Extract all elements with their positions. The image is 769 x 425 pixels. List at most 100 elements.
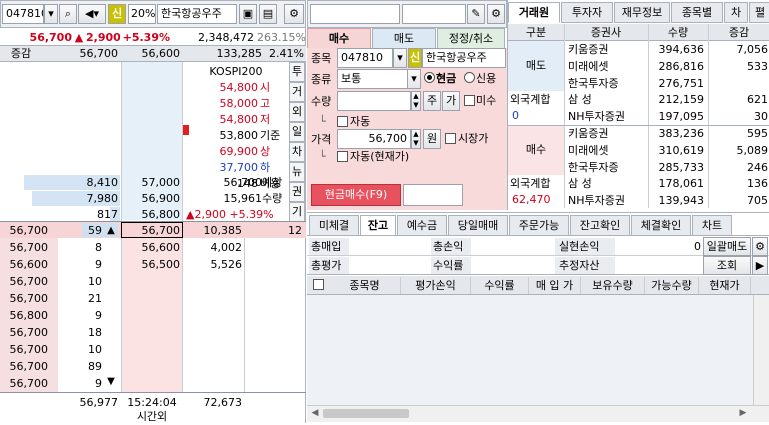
- sound-button[interactable]: ◀▾: [78, 4, 106, 24]
- broker-change: 533: [747, 59, 768, 73]
- tab-broker[interactable]: 차: [724, 2, 748, 23]
- qty-label: 수량: [311, 95, 332, 108]
- select-all-checkbox[interactable]: [313, 279, 324, 290]
- broker-firm: 키움증권: [568, 43, 609, 56]
- tab-balance[interactable]: 예수금: [397, 215, 447, 236]
- auto-label: 자동: [350, 115, 371, 128]
- clear-button[interactable]: ✎: [467, 4, 485, 24]
- settings-button[interactable]: ⚙: [284, 4, 304, 24]
- layout-button[interactable]: ▤: [259, 4, 277, 24]
- order-code-dropdown[interactable]: ▾: [393, 48, 407, 68]
- tab-buy[interactable]: 매수: [307, 28, 371, 49]
- qty-avail-button[interactable]: 가: [442, 91, 460, 111]
- side-tab[interactable]: 투: [289, 62, 305, 82]
- tab-balance[interactable]: 잔고확인: [570, 215, 630, 236]
- tab-broker[interactable]: 종목별: [671, 2, 723, 23]
- scroll-up-icon[interactable]: ▲: [104, 224, 118, 237]
- scroll-left-icon[interactable]: ◀: [309, 408, 321, 419]
- password-input[interactable]: [402, 4, 466, 24]
- holding-column-header: 보유수량: [581, 277, 645, 294]
- tick-qty: 18: [88, 326, 102, 339]
- account-input[interactable]: [310, 4, 400, 24]
- cash-buy-button[interactable]: 현금매수(F9): [311, 184, 401, 206]
- cash-radio[interactable]: [424, 72, 435, 83]
- balance-settings-button[interactable]: ⚙: [752, 237, 768, 256]
- scroll-right-button[interactable]: ▶: [752, 256, 768, 275]
- after-hours-label: 시간외: [136, 410, 168, 423]
- bid-price-top: 56,700: [141, 224, 181, 237]
- divider: [708, 24, 709, 208]
- broker-qty: 139,943: [658, 194, 705, 208]
- info-label: 저: [260, 113, 271, 126]
- chart-toggle-button[interactable]: ▣: [239, 4, 257, 24]
- order-panel: ✎ ⚙ 매수 매도 정정/취소 종목 047810 ▾ 신 한국항공우주 종류 …: [307, 0, 507, 210]
- tab-broker[interactable]: 거래원: [508, 2, 560, 23]
- expect-qty: 15,961: [223, 192, 263, 205]
- order-price-input[interactable]: 56,700: [337, 129, 411, 149]
- summary-row2-bg: [307, 256, 769, 275]
- bid-extra: 12: [288, 224, 302, 237]
- qty-spin[interactable]: ▲ ▼: [411, 91, 421, 111]
- info-label: 고: [260, 97, 271, 110]
- side-tab[interactable]: 일: [289, 122, 305, 142]
- order-code-input[interactable]: 047810: [337, 48, 393, 68]
- broker-qty: 197,095: [658, 110, 705, 124]
- bulk-sell-button[interactable]: 일괄매도: [703, 237, 751, 256]
- tab-broker[interactable]: 투자자: [561, 2, 613, 23]
- scroll-down-icon[interactable]: ▼: [104, 375, 118, 388]
- search-button[interactable]: ⌕: [59, 4, 77, 24]
- market-checkbox[interactable]: [445, 133, 456, 144]
- tab-balance[interactable]: 미체결: [309, 215, 359, 236]
- unset-checkbox[interactable]: [464, 95, 475, 106]
- ask-qty: 8,410: [86, 176, 119, 189]
- tab-balance[interactable]: 당일매매: [448, 215, 508, 236]
- credit-radio[interactable]: [464, 72, 475, 83]
- tab-broker[interactable]: 펼: [749, 2, 769, 23]
- side-tab[interactable]: 차: [289, 142, 305, 162]
- query-button[interactable]: 조회: [703, 256, 751, 275]
- won-button[interactable]: 원: [423, 129, 441, 149]
- auto-price-checkbox[interactable]: [337, 151, 348, 162]
- tick-price: 56,600: [9, 258, 49, 271]
- order-type-select[interactable]: 보통: [337, 69, 409, 89]
- market-label: 시장가: [458, 132, 489, 145]
- estimated-asset-label: 추정자산: [559, 259, 600, 272]
- side-tab[interactable]: 외: [289, 102, 305, 122]
- broker-change: 246: [747, 160, 768, 174]
- tab-balance[interactable]: 차트: [692, 215, 732, 236]
- qty-unit-button[interactable]: 주: [423, 91, 441, 111]
- stock-code-input[interactable]: 047810: [2, 4, 44, 24]
- scroll-right-icon[interactable]: ▶: [737, 408, 749, 419]
- side-tab[interactable]: 권: [289, 182, 305, 202]
- order-type-dropdown[interactable]: ▾: [407, 69, 421, 89]
- tick-price: 56,700: [9, 241, 49, 254]
- tab-balance[interactable]: 체결확인: [631, 215, 691, 236]
- tab-balance[interactable]: 주문가능: [509, 215, 569, 236]
- vertical-scrollbar[interactable]: [753, 295, 769, 405]
- broker-header: 증감: [728, 26, 750, 39]
- broker-change: 30: [754, 110, 768, 124]
- order-qty-input[interactable]: [337, 91, 411, 111]
- order-credit-badge: 신: [408, 48, 422, 68]
- auto-checkbox[interactable]: [337, 116, 348, 127]
- broker-panel: 거래원 투자자 재무정보 종목별 차 펼 구분 증권사 수량 증감 매도 매수 외국계합 0 외…: [507, 0, 769, 210]
- tab-modify[interactable]: 정정/취소: [437, 28, 505, 49]
- broker-header: 증권사: [590, 26, 622, 39]
- tab-balance[interactable]: 잔고: [360, 215, 396, 236]
- side-tab[interactable]: 뉴: [289, 162, 305, 182]
- side-tab[interactable]: 거: [289, 82, 305, 102]
- info-value: 69,900: [219, 145, 259, 158]
- code-dropdown-button[interactable]: ▾: [44, 4, 58, 24]
- foreign-buy-value: 62,470: [512, 193, 551, 206]
- gear-icon: ⚙: [491, 7, 501, 20]
- tab-broker[interactable]: 재무정보: [614, 2, 670, 23]
- price-spin[interactable]: ▲ ▼: [411, 129, 421, 149]
- order-settings-button[interactable]: ⚙: [487, 4, 505, 24]
- total-pnl-label: 총손익: [433, 240, 464, 253]
- chevron-down-icon: ▾: [397, 51, 403, 64]
- tab-sell[interactable]: 매도: [372, 28, 436, 49]
- tick-price-top: 56,700: [9, 224, 49, 237]
- scroll-thumb[interactable]: [323, 409, 409, 418]
- side-tab[interactable]: 기: [289, 202, 305, 222]
- broker-change: 595: [747, 127, 768, 140]
